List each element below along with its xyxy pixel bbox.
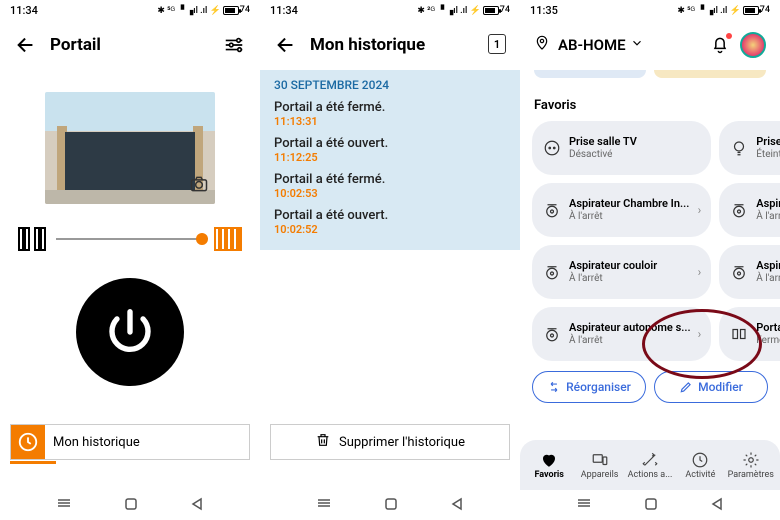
status-icons: ✱ ⁵ᴳ ▝ ▗ıl .ıl ⚡ 74	[157, 5, 250, 16]
slider-thumb[interactable]	[196, 233, 208, 245]
action-buttons: Réorganiser Modifier	[520, 361, 780, 413]
tab-parametres[interactable]: Paramètres	[726, 451, 776, 480]
tab-actions[interactable]: Actions a...	[625, 451, 675, 480]
vacuum-icon	[729, 262, 749, 282]
nav-home-icon[interactable]	[384, 496, 398, 515]
gate-snapshot[interactable]	[45, 92, 215, 204]
history-item[interactable]: Portail a été ouvert. 11:12:25	[274, 136, 506, 164]
status-bar: 11:35 ✱ ⁵ᴳ ▝ ▗ıl .ıl ⚡ 74	[520, 0, 780, 20]
gate-open-icon	[214, 226, 242, 252]
modify-button[interactable]: Modifier	[654, 371, 768, 403]
history-icon	[11, 425, 45, 459]
history-item[interactable]: Portail a été ouvert. 10:02:52	[274, 208, 506, 236]
chevron-right-icon: ›	[698, 265, 702, 279]
outlet-icon	[542, 138, 562, 158]
gate-position-slider[interactable]	[18, 226, 242, 252]
camera-icon[interactable]	[189, 174, 209, 198]
delete-label: Supprimer l'historique	[339, 435, 465, 450]
vacuum-icon	[542, 324, 562, 344]
android-nav	[520, 490, 780, 520]
vacuum-icon	[542, 200, 562, 220]
history-button[interactable]: Mon historique	[10, 424, 250, 460]
nav-home-icon[interactable]	[644, 496, 658, 515]
device-tile[interactable]: Aspirateur salonÀ l'arrêt ›	[719, 183, 780, 237]
status-icons: ✱ ⁵ᴳ ▝ ▗ıl .ıl ⚡ 74	[677, 5, 770, 16]
device-tile[interactable]: Aspirateur autonome s...À l'arrêt ›	[532, 307, 711, 361]
history-date: 30 SEPTEMBRE 2024	[274, 78, 506, 92]
screen-portail: 11:34 ✱ ⁵ᴳ ▝ ▗ıl .ıl ⚡ 74 Portail	[0, 0, 260, 520]
nav-recent-icon[interactable]	[316, 495, 332, 515]
nav-home-icon[interactable]	[124, 496, 138, 515]
history-list[interactable]: 30 SEPTEMBRE 2024 Portail a été fermé. 1…	[260, 70, 520, 250]
bulb-icon	[729, 138, 749, 158]
device-tile[interactable]: Aspirateur Salle TvÀ l'arrêt ›	[719, 245, 780, 299]
tab-activite[interactable]: Activité	[675, 451, 725, 480]
slider-track[interactable]	[56, 238, 204, 240]
page-title: Mon historique	[310, 35, 506, 55]
notifications-icon[interactable]	[708, 33, 732, 57]
gate-icon	[729, 324, 749, 344]
device-tile[interactable]: Prise CuisineÉteint	[719, 121, 780, 175]
settings-sliders-icon[interactable]	[222, 33, 246, 57]
android-nav	[0, 490, 260, 520]
back-icon[interactable]	[14, 33, 38, 57]
device-tile-portail[interactable]: PortailFermé ›	[719, 307, 780, 361]
status-bar: 11:34 ✱ ²ᴳ ▝ ▗ıl .ıl ⚡ 74	[260, 0, 520, 20]
accent-underline	[10, 461, 56, 464]
chevron-right-icon: ›	[698, 327, 702, 341]
page-title: Portail	[50, 35, 210, 55]
gate-closed-icon	[18, 226, 46, 252]
header: Portail	[0, 20, 260, 70]
avatar[interactable]	[740, 32, 766, 58]
nav-recent-icon[interactable]	[576, 495, 592, 515]
header: AB-HOME	[520, 20, 780, 70]
chevron-down-icon	[630, 36, 644, 54]
favorites-heading: Favoris	[534, 98, 766, 113]
device-tile[interactable]: Prise salle TVDésactivé	[532, 121, 711, 175]
android-nav	[260, 490, 520, 520]
content: Mon historique	[0, 70, 260, 490]
trash-icon	[315, 432, 331, 452]
history-label: Mon historique	[53, 435, 140, 450]
favorites-grid: Prise salle TVDésactivé Prise CuisineÉte…	[520, 121, 780, 361]
header: Mon historique 1	[260, 20, 520, 70]
chevron-right-icon: ›	[698, 203, 702, 217]
delete-history-button[interactable]: Supprimer l'historique	[270, 424, 510, 460]
reorganize-button[interactable]: Réorganiser	[532, 371, 646, 403]
tab-favoris[interactable]: Favoris	[524, 451, 574, 480]
screen-home: 11:35 ✱ ⁵ᴳ ▝ ▗ıl .ıl ⚡ 74 AB-HOME Favori…	[520, 0, 780, 520]
nav-back-icon[interactable]	[190, 496, 204, 515]
content: 30 SEPTEMBRE 2024 Portail a été fermé. 1…	[260, 70, 520, 490]
nav-recent-icon[interactable]	[56, 495, 72, 515]
nav-back-icon[interactable]	[450, 496, 464, 515]
history-item[interactable]: Portail a été fermé. 11:13:31	[274, 100, 506, 128]
vacuum-icon	[729, 200, 749, 220]
device-tile[interactable]: Aspirateur couloirÀ l'arrêt ›	[532, 245, 711, 299]
status-time: 11:34	[270, 4, 298, 17]
status-icons: ✱ ²ᴳ ▝ ▗ıl .ıl ⚡ 74	[417, 5, 510, 16]
status-time: 11:35	[530, 4, 558, 17]
content: Favoris Prise salle TVDésactivé Prise Cu…	[520, 70, 780, 490]
device-tile[interactable]: Aspirateur Chambre In...À l'arrêt ›	[532, 183, 711, 237]
location-dropdown[interactable]: AB-HOME	[558, 36, 644, 54]
status-time: 11:34	[10, 4, 38, 17]
back-icon[interactable]	[274, 33, 298, 57]
history-item[interactable]: Portail a été fermé. 10:02:53	[274, 172, 506, 200]
page-indicator[interactable]: 1	[488, 34, 506, 54]
screen-historique: 11:34 ✱ ²ᴳ ▝ ▗ıl .ıl ⚡ 74 Mon historique…	[260, 0, 520, 520]
tab-appareils[interactable]: Appareils	[574, 451, 624, 480]
power-button[interactable]	[76, 278, 184, 386]
vacuum-icon	[542, 262, 562, 282]
bottom-tab-bar: Favoris Appareils Actions a... Activité …	[520, 440, 780, 490]
location-pin-icon	[534, 35, 550, 55]
status-bar: 11:34 ✱ ⁵ᴳ ▝ ▗ıl .ıl ⚡ 74	[0, 0, 260, 20]
nav-back-icon[interactable]	[710, 496, 724, 515]
